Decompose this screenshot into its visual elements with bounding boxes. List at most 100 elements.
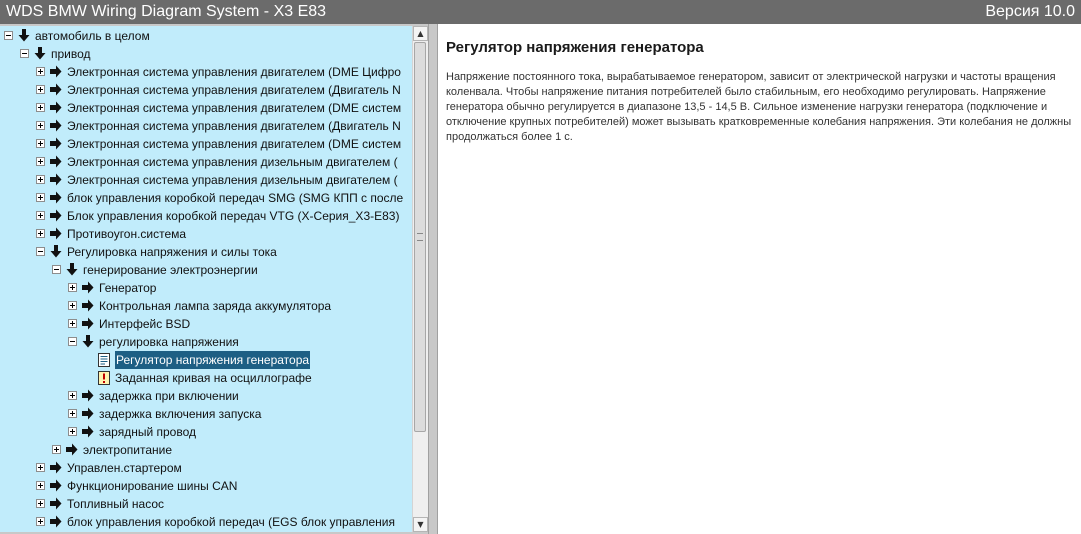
arrow-right-icon <box>82 299 94 312</box>
arrow-right-icon <box>50 227 62 240</box>
expand-icon[interactable] <box>68 283 77 292</box>
navigation-tree: автомобиль в целом привод Электронная сист… <box>0 26 412 532</box>
tree-item-label: Электронная система управления двигателе… <box>67 65 401 79</box>
tree-item[interactable]: Топливный насос <box>0 495 412 513</box>
tree-item[interactable]: блок управления коробкой передач (EGS бл… <box>0 513 412 531</box>
tree-scrollbar[interactable]: ▲ ▼ <box>412 26 428 532</box>
tree-item[interactable]: привод <box>0 45 412 63</box>
expand-icon[interactable] <box>36 85 45 94</box>
tree-item[interactable]: генерирование электроэнергии <box>0 261 412 279</box>
expand-icon[interactable] <box>36 517 45 526</box>
tree-item-label: Электронная система управления дизельным… <box>67 155 398 169</box>
arrow-down-icon <box>50 245 62 258</box>
expand-icon[interactable] <box>68 301 77 310</box>
tree-item[interactable]: задержка при включении <box>0 387 412 405</box>
expand-icon[interactable] <box>36 211 45 220</box>
tree-item-label: Контрольная лампа заряда аккумулятора <box>99 299 332 313</box>
expand-icon[interactable] <box>68 427 77 436</box>
arrow-right-icon <box>50 497 62 510</box>
tree-item-label: автомобиль в целом <box>35 29 150 43</box>
tree-item[interactable]: блок управления коробкой передач SMG (SM… <box>0 189 412 207</box>
tree-item[interactable]: задержка включения запуска <box>0 405 412 423</box>
tree-item-label: Регулятор напряжения генератора <box>115 351 311 369</box>
warning-icon <box>98 371 110 385</box>
expand-icon[interactable] <box>36 193 45 202</box>
tree-item-label: Функционирование шины CAN <box>67 479 238 493</box>
arrow-right-icon <box>66 443 78 456</box>
arrow-right-icon <box>50 461 62 474</box>
expand-icon[interactable] <box>36 481 45 490</box>
tree-item-label: Электронная система управления двигателе… <box>67 119 401 133</box>
content-title: Регулятор напряжения генератора <box>446 39 704 56</box>
collapse-icon[interactable] <box>52 265 61 274</box>
scroll-thumb[interactable] <box>414 42 426 432</box>
expand-icon[interactable] <box>36 463 45 472</box>
tree-item[interactable]: Электронная система управления двигателе… <box>0 117 412 135</box>
expand-icon[interactable] <box>36 67 45 76</box>
app-title: WDS BMW Wiring Diagram System - X3 E83 <box>6 3 327 20</box>
version-label: Версия 10.0 <box>985 3 1075 20</box>
tree-item-label: Электронная система управления дизельным… <box>67 173 398 187</box>
tree-item-label: Топливный насос <box>67 497 165 511</box>
tree-item-label: задержка включения запуска <box>99 407 262 421</box>
tree-item[interactable]: Блок управления коробкой передач VTG (X-… <box>0 207 412 225</box>
collapse-icon[interactable] <box>4 31 13 40</box>
tree-item[interactable]: Заданная кривая на осциллографе <box>0 369 412 387</box>
expand-icon[interactable] <box>36 157 45 166</box>
tree-item-label: блок управления коробкой передач SMG (SM… <box>67 191 404 205</box>
tree-item[interactable]: регулировка напряжения <box>0 333 412 351</box>
arrow-right-icon <box>50 137 62 150</box>
tree-item[interactable]: Электронная система управления двигателе… <box>0 81 412 99</box>
tree-item[interactable]: Управлен.стартером <box>0 459 412 477</box>
content-pane: Регулятор напряжения генератора Напряжен… <box>438 24 1081 534</box>
arrow-down-icon <box>66 263 78 276</box>
expand-icon[interactable] <box>68 409 77 418</box>
pane-splitter[interactable] <box>428 24 438 534</box>
expand-icon[interactable] <box>68 391 77 400</box>
tree-item-label: генерирование электроэнергии <box>83 263 258 277</box>
collapse-icon[interactable] <box>68 337 77 346</box>
expand-icon[interactable] <box>36 229 45 238</box>
tree-item-label: зарядный провод <box>99 425 197 439</box>
tree-item[interactable]: Регулятор напряжения генератора <box>0 351 412 369</box>
expand-icon[interactable] <box>36 139 45 148</box>
expand-icon[interactable] <box>68 319 77 328</box>
arrow-right-icon <box>50 515 62 528</box>
tree-item[interactable]: Электронная система управления двигателе… <box>0 99 412 117</box>
tree-item[interactable]: Противоугон.система <box>0 225 412 243</box>
tree-item[interactable]: Функционирование шины CAN <box>0 477 412 495</box>
arrow-right-icon <box>82 407 94 420</box>
tree-item[interactable]: автомобиль в целом <box>0 27 412 45</box>
tree-item[interactable]: Генератор <box>0 279 412 297</box>
arrow-right-icon <box>50 119 62 132</box>
scroll-grip-icon <box>417 233 423 241</box>
scroll-down-button[interactable]: ▼ <box>413 517 428 532</box>
arrow-right-icon <box>82 281 94 294</box>
collapse-icon[interactable] <box>36 247 45 256</box>
expand-icon[interactable] <box>52 445 61 454</box>
tree-item[interactable]: Регулировка напряжения и силы тока <box>0 243 412 261</box>
tree-item[interactable]: Контрольная лампа заряда аккумулятора <box>0 297 412 315</box>
tree-item-label: Электронная система управления двигателе… <box>67 83 401 97</box>
tree-item[interactable]: Интерфейс BSD <box>0 315 412 333</box>
tree-item-label: регулировка напряжения <box>99 335 239 349</box>
scroll-up-button[interactable]: ▲ <box>413 26 428 41</box>
expand-icon[interactable] <box>36 175 45 184</box>
tree-item-label: задержка при включении <box>99 389 239 403</box>
tree-item[interactable]: Электронная система управления двигателе… <box>0 63 412 81</box>
arrow-down-icon <box>82 335 94 348</box>
title-bar: WDS BMW Wiring Diagram System - X3 E83 В… <box>0 0 1081 24</box>
expand-icon[interactable] <box>36 121 45 130</box>
expand-icon[interactable] <box>36 499 45 508</box>
expand-icon[interactable] <box>36 103 45 112</box>
content-description: Напряжение постоянного тока, вырабатывае… <box>446 71 1072 143</box>
arrow-right-icon <box>50 155 62 168</box>
tree-item[interactable]: зарядный провод <box>0 423 412 441</box>
tree-item[interactable]: Электронная система управления дизельным… <box>0 171 412 189</box>
tree-item[interactable]: Электронная система управления дизельным… <box>0 153 412 171</box>
tree-item-label: Противоугон.система <box>67 227 187 241</box>
tree-item[interactable]: Электронная система управления двигателе… <box>0 135 412 153</box>
collapse-icon[interactable] <box>20 49 29 58</box>
arrow-right-icon <box>50 83 62 96</box>
tree-item[interactable]: электропитание <box>0 441 412 459</box>
